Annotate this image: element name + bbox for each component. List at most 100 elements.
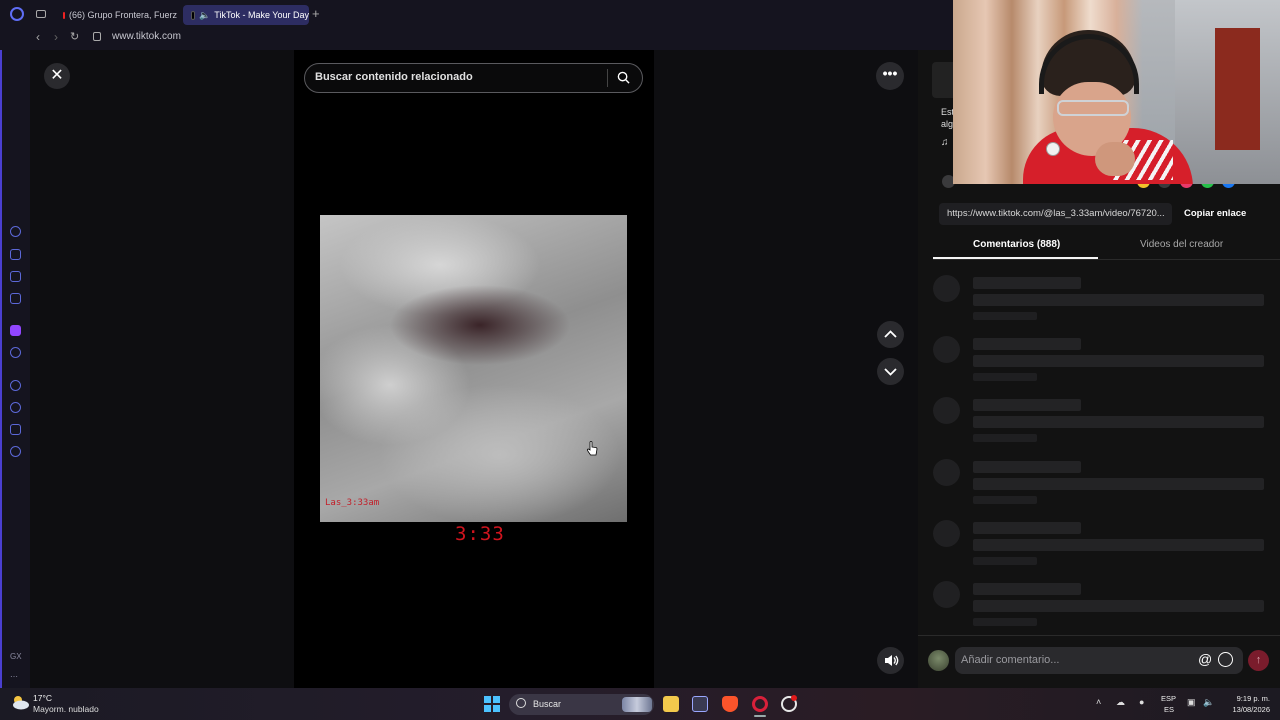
comment-skeleton-avatar <box>933 336 960 363</box>
active-app-indicator <box>754 715 766 717</box>
messenger-icon[interactable] <box>10 293 21 304</box>
next-video-button[interactable] <box>877 358 904 385</box>
player-icon[interactable] <box>10 380 21 391</box>
weather-temperature[interactable]: 17°C <box>33 693 52 703</box>
webcam-shirt-badge <box>1046 142 1060 156</box>
forward-icon[interactable]: › <box>54 30 58 44</box>
comment-skeleton-line <box>973 583 1081 595</box>
gx-label[interactable]: GX <box>10 652 22 661</box>
search-icon <box>516 698 526 708</box>
language-indicator[interactable]: ESP <box>1161 694 1176 703</box>
comment-skeleton-line <box>973 434 1037 442</box>
tab-tiktok[interactable]: 🔈 TikTok - Make Your Day <box>183 5 309 25</box>
video-timestamp: 3:33 <box>455 523 505 545</box>
extensions-icon[interactable] <box>10 424 21 435</box>
weather-condition[interactable]: Mayorm. nublado <box>33 704 99 714</box>
close-button[interactable]: ✕ <box>44 63 70 89</box>
video-frame[interactable] <box>320 215 627 522</box>
search-divider <box>607 69 608 87</box>
comment-skeleton-line <box>973 294 1264 306</box>
previous-video-button[interactable] <box>877 321 904 348</box>
avatar[interactable] <box>928 650 949 671</box>
new-tab-button[interactable]: + <box>312 7 320 21</box>
more-icon[interactable]: ⋯ <box>10 672 18 681</box>
more-options-button[interactable]: ••• <box>876 62 904 90</box>
volume-button[interactable] <box>877 647 904 674</box>
comment-skeleton-line <box>973 399 1081 411</box>
shopping-icon[interactable] <box>10 249 21 260</box>
mention-icon[interactable]: @ <box>1198 652 1212 667</box>
cloud-icon[interactable] <box>10 694 30 710</box>
tab-youtube[interactable]: (66) Grupo Frontera, Fuerz <box>55 5 177 25</box>
tab-label: (66) Grupo Frontera, Fuerz <box>68 10 177 20</box>
reload-icon[interactable]: ↻ <box>70 30 79 44</box>
music-icon[interactable]: ♫ <box>941 137 949 148</box>
store-icon[interactable] <box>692 696 708 712</box>
tray-chevron-icon[interactable]: ˄ <box>1096 697 1101 708</box>
video-link-text: https://www.tiktok.com/@las_3.33am/video… <box>947 208 1165 219</box>
wallet-icon[interactable] <box>10 271 21 282</box>
tiktok-icon <box>191 10 196 20</box>
onedrive-icon[interactable]: ☁ <box>1116 697 1125 708</box>
post-comment-button[interactable]: ↑ <box>1248 650 1269 671</box>
comment-skeleton-line <box>973 478 1264 490</box>
chevron-up-icon <box>884 330 897 338</box>
comment-skeleton-avatar <box>933 520 960 547</box>
comment-skeleton-line <box>973 600 1264 612</box>
windows-start-icon[interactable] <box>484 696 500 712</box>
description-text: alg <box>941 119 954 129</box>
search-placeholder: Buscar contenido relacionado <box>315 71 473 83</box>
copy-link-button[interactable]: Copiar enlace <box>1184 208 1246 219</box>
webcam-overlay <box>953 0 1280 184</box>
lock-icon[interactable] <box>93 32 101 41</box>
clock-date[interactable]: 13/08/2026 <box>1222 705 1270 714</box>
keyboard-layout[interactable]: ES <box>1164 705 1174 714</box>
speaker-icon[interactable]: 🔈 <box>199 5 210 25</box>
back-icon[interactable]: ‹ <box>36 30 40 44</box>
volume-icon[interactable]: 🔈 <box>1203 697 1214 708</box>
tab-creator-videos[interactable]: Videos del creador <box>1140 239 1223 250</box>
comment-skeleton-line <box>973 416 1264 428</box>
comment-skeleton-line <box>973 373 1037 381</box>
webcam-cabinet <box>1215 28 1260 150</box>
comment-skeleton-line <box>973 277 1081 289</box>
comment-skeleton-avatar <box>933 459 960 486</box>
opera-logo-icon[interactable] <box>10 7 24 21</box>
comment-skeleton-avatar <box>933 397 960 424</box>
speaker-icon <box>885 655 899 666</box>
comment-skeleton-line <box>973 539 1264 551</box>
file-explorer-icon[interactable] <box>663 696 679 712</box>
tab-islands-icon[interactable] <box>36 10 46 18</box>
search-highlight-image <box>622 697 652 712</box>
comment-skeleton-avatar <box>933 275 960 302</box>
active-tab-indicator <box>933 257 1098 259</box>
notification-badge <box>791 695 797 701</box>
webcam-hand <box>1095 142 1135 176</box>
webcam-glasses <box>1057 100 1129 116</box>
comment-placeholder: Añadir comentario... <box>961 654 1060 666</box>
taskbar-search-label: Buscar <box>533 699 562 709</box>
opera-icon[interactable] <box>752 696 768 712</box>
hand-cursor-icon <box>586 441 598 456</box>
url-field[interactable]: www.tiktok.com <box>112 31 181 42</box>
percent-icon[interactable] <box>10 347 21 358</box>
chevron-down-icon <box>884 368 897 376</box>
brave-icon[interactable] <box>722 696 738 712</box>
search-icon[interactable] <box>617 71 630 84</box>
comment-skeleton-line <box>973 618 1037 626</box>
comment-input-divider <box>918 635 1280 636</box>
comment-skeleton-line <box>973 338 1081 350</box>
comment-skeleton-line <box>973 522 1081 534</box>
twitch-icon[interactable] <box>10 325 21 336</box>
tab-comments[interactable]: Comentarios (888) <box>973 239 1060 250</box>
youtube-icon <box>63 11 65 19</box>
comment-skeleton-line <box>973 557 1037 565</box>
microphone-icon[interactable]: ● <box>1139 697 1144 708</box>
clock-time[interactable]: 9:19 p. m. <box>1225 694 1270 703</box>
settings-icon[interactable] <box>10 446 21 457</box>
network-icon[interactable]: ▣ <box>1187 697 1196 708</box>
comment-skeleton-line <box>973 496 1037 504</box>
emoji-icon[interactable] <box>1218 652 1233 667</box>
gx-control-icon[interactable] <box>10 226 21 237</box>
history-icon[interactable] <box>10 402 21 413</box>
